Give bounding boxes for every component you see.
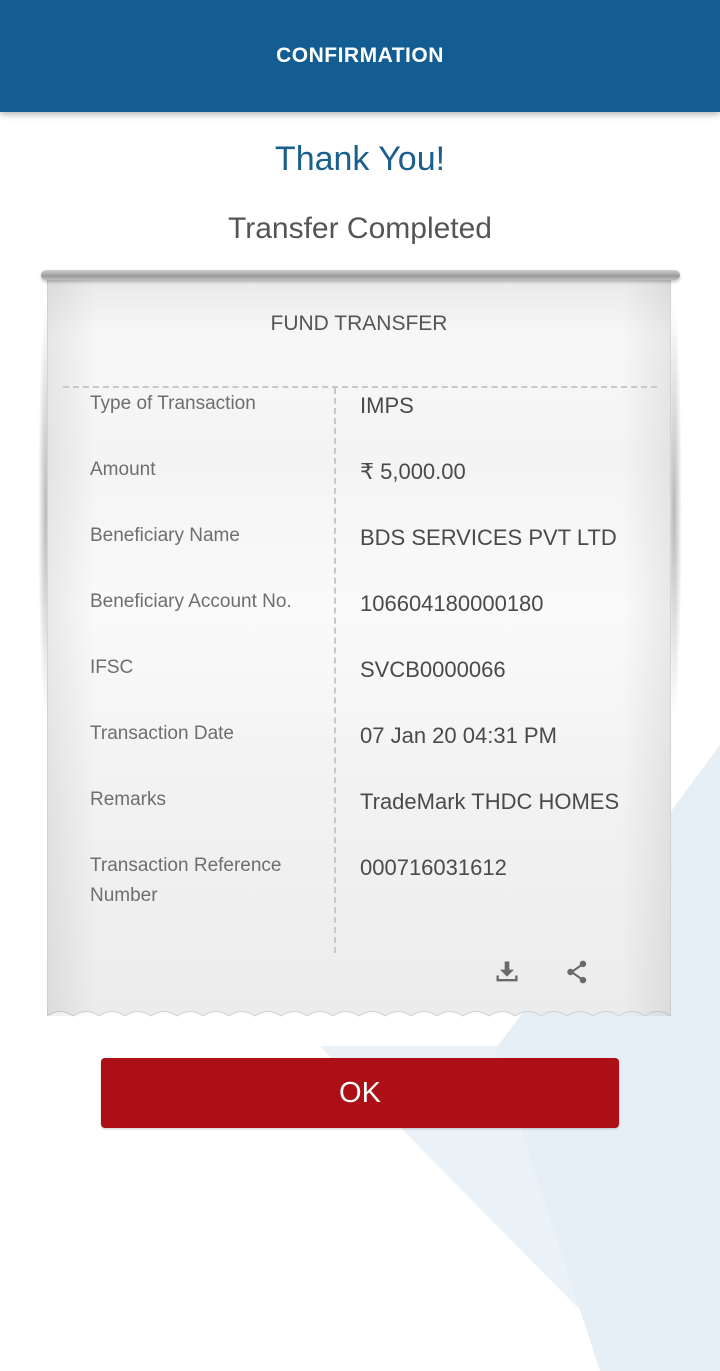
transfer-status-text: Transfer Completed (228, 212, 492, 245)
detail-value: ₹ 5,000.00 (360, 459, 466, 484)
detail-row-reference-number: Transaction Reference Number 00071603161… (47, 851, 671, 917)
receipt-roller (41, 270, 680, 280)
detail-label: Type of Transaction (90, 393, 256, 414)
detail-value: 07 Jan 20 04:31 PM (360, 723, 557, 748)
detail-label: Beneficiary Name (90, 525, 240, 546)
detail-value: SVCB0000066 (360, 657, 506, 682)
download-icon[interactable] (489, 954, 525, 990)
detail-row-transaction-type: Type of Transaction IMPS (47, 389, 671, 455)
detail-label: Transaction Date (90, 723, 234, 744)
header-title: CONFIRMATION (276, 44, 444, 67)
detail-row-amount: Amount ₹ 5,000.00 (47, 455, 671, 521)
detail-value: TradeMark THDC HOMES (360, 789, 620, 814)
detail-row-ifsc: IFSC SVCB0000066 (47, 653, 671, 719)
receipt-title: FUND TRANSFER (270, 312, 448, 335)
detail-value: BDS SERVICES PVT LTD (360, 525, 617, 550)
detail-row-transaction-date: Transaction Date 07 Jan 20 04:31 PM (47, 719, 671, 785)
detail-label: Remarks (90, 789, 167, 810)
detail-row-remarks: Remarks TradeMark THDC HOMES (47, 785, 671, 851)
detail-value: IMPS (360, 393, 414, 418)
transaction-receipt: FUND TRANSFER Type of Transaction IMPS A… (47, 276, 671, 1022)
detail-value: 000716031612 (360, 855, 507, 880)
detail-label: Beneficiary Account No. (90, 591, 292, 612)
share-icon[interactable] (559, 954, 595, 990)
detail-value: 106604180000180 (360, 591, 544, 616)
detail-label: Transaction Reference Number (90, 855, 282, 906)
detail-label: IFSC (90, 657, 134, 678)
detail-label: Amount (90, 459, 156, 480)
detail-row-beneficiary-account: Beneficiary Account No. 106604180000180 (47, 587, 671, 653)
detail-row-beneficiary-name: Beneficiary Name BDS SERVICES PVT LTD (47, 521, 671, 587)
ok-button[interactable]: OK (101, 1058, 619, 1128)
receipt-divider-horizontal (63, 386, 657, 388)
thank-you-heading: Thank You! (274, 140, 446, 178)
app-header: CONFIRMATION (0, 0, 720, 112)
